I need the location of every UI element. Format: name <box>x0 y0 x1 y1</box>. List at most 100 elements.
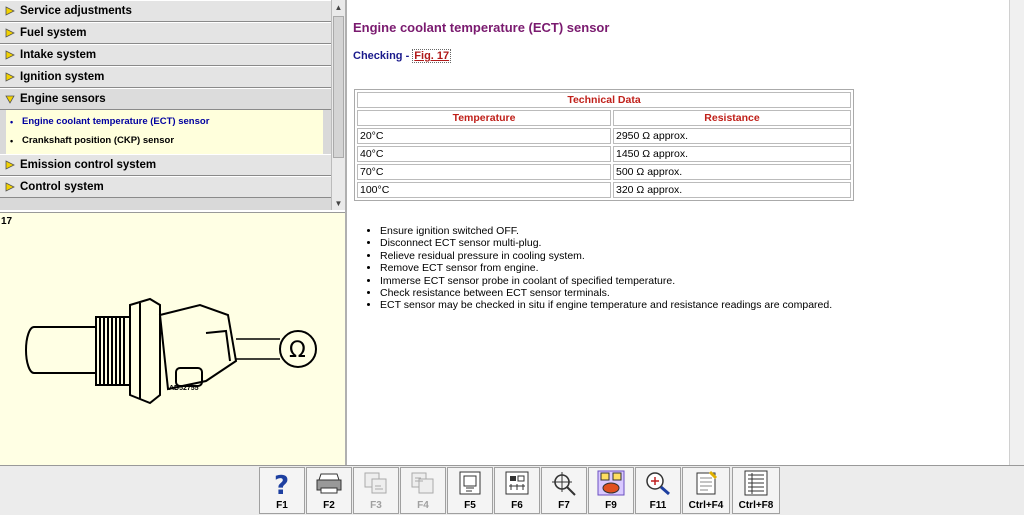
figure-code: AD52755 <box>169 385 199 392</box>
list-item: Immerse ECT sensor probe in coolant of s… <box>380 275 832 287</box>
key-label: Ctrl+F4 <box>688 500 724 511</box>
next-pages-button[interactable]: F4 <box>400 467 446 514</box>
list-item: Remove ECT sensor from engine. <box>380 262 832 274</box>
key-label: F2 <box>323 500 335 511</box>
table-cell: 100°C <box>357 182 611 198</box>
technical-data-table: Technical Data Temperature Resistance 20… <box>354 89 854 201</box>
search-text-button[interactable]: F11 <box>635 467 681 514</box>
content-scrollbar[interactable] <box>1009 0 1024 465</box>
list-item: Disconnect ECT sensor multi-plug. <box>380 237 832 249</box>
nav-item-label: Engine sensors <box>20 93 106 105</box>
nav-item-label: Service adjustments <box>20 5 132 17</box>
key-label: F11 <box>649 500 667 511</box>
sub-item-label: Engine coolant temperature (ECT) sensor <box>22 116 210 127</box>
table-caption: Technical Data <box>357 92 851 108</box>
checking-line: Checking - Fig. 17 <box>353 49 452 63</box>
list-item: Check resistance between ECT sensor term… <box>380 287 832 299</box>
nav-item-control-system[interactable]: Control system <box>0 176 331 198</box>
crosshair-icon <box>550 470 578 496</box>
table-cell: 20°C <box>357 128 611 144</box>
ect-sensor-drawing: Ω <box>25 297 317 405</box>
nav-scrollbar[interactable]: ▲ ▼ <box>331 0 345 210</box>
engine-sensors-sublist: • Engine coolant temperature (ECT) senso… <box>6 110 323 154</box>
nav-item-label: Fuel system <box>20 27 87 39</box>
list-item: Relieve residual pressure in cooling sys… <box>380 250 832 262</box>
svg-text:?: ? <box>274 471 289 498</box>
column-header-resistance: Resistance <box>613 110 851 126</box>
help-icon: ? <box>269 470 295 498</box>
table-cell: 70°C <box>357 164 611 180</box>
scroll-thumb[interactable] <box>333 16 344 158</box>
numbered-tiles-icon <box>597 470 625 496</box>
procedure-steps: Ensure ignition switched OFF. Disconnect… <box>367 225 832 312</box>
scroll-up-icon[interactable]: ▲ <box>332 0 345 14</box>
table-cell: 40°C <box>357 146 611 162</box>
help-button[interactable]: ? F1 <box>259 467 305 514</box>
nav-item-label: Emission control system <box>20 159 157 171</box>
bullet-icon: • <box>10 135 14 146</box>
content-pane: Engine coolant temperature (ECT) sensor … <box>347 0 1009 465</box>
scroll-down-icon[interactable]: ▼ <box>332 196 345 210</box>
nav-item-emission-control-system[interactable]: Emission control system <box>0 154 331 176</box>
nav-item-intake-system[interactable]: Intake system <box>0 44 331 66</box>
figure-number: 17 <box>1 216 13 227</box>
list-button[interactable]: Ctrl+F8 <box>732 467 780 514</box>
table-header-row: Temperature Resistance <box>357 110 851 126</box>
bullet-icon: • <box>10 116 14 127</box>
nav-item-label: Intake system <box>20 49 97 61</box>
arrow-right-icon <box>0 182 20 192</box>
page-title: Engine coolant temperature (ECT) sensor <box>353 20 610 35</box>
arrow-right-icon <box>0 28 20 38</box>
nav-item-label: Control system <box>20 181 104 193</box>
figure-pane: 17 Ω AD52755 <box>0 212 345 466</box>
notes-icon <box>692 470 720 496</box>
key-label: F6 <box>511 500 523 511</box>
wiring-button[interactable]: F6 <box>494 467 540 514</box>
checking-separator: - <box>402 50 413 62</box>
checking-label: Checking <box>353 50 403 62</box>
arrow-down-icon <box>0 94 20 104</box>
nav-item-service-adjustments[interactable]: Service adjustments <box>0 0 331 22</box>
search-text-icon <box>644 470 672 496</box>
svg-text:Ω: Ω <box>289 338 306 363</box>
arrow-right-icon <box>0 6 20 16</box>
locate-button[interactable]: F7 <box>541 467 587 514</box>
column-header-temperature: Temperature <box>357 110 611 126</box>
arrow-right-icon <box>0 72 20 82</box>
sub-item-label: Crankshaft position (CKP) sensor <box>22 135 175 146</box>
figure-link[interactable]: Fig. 17 <box>412 49 452 63</box>
table-row: 100°C 320 Ω approx. <box>357 182 851 198</box>
key-label: F1 <box>276 500 288 511</box>
back-pages-icon <box>362 470 390 496</box>
nav-item-fuel-system[interactable]: Fuel system <box>0 22 331 44</box>
component-button[interactable]: F5 <box>447 467 493 514</box>
key-label: F7 <box>558 500 570 511</box>
function-key-toolbar: ? F1 F2 F3 F4 F5 F6 F7 F9 F11 Ctrl+F4 Ct… <box>0 465 1024 515</box>
key-label: F9 <box>605 500 617 511</box>
numbered-tiles-button[interactable]: F9 <box>588 467 634 514</box>
forward-pages-icon <box>409 470 437 496</box>
key-label: F5 <box>464 500 476 511</box>
table-cell: 500 Ω approx. <box>613 164 851 180</box>
sub-item-ckp-sensor[interactable]: • Crankshaft position (CKP) sensor <box>6 131 323 150</box>
previous-pages-button[interactable]: F3 <box>353 467 399 514</box>
nav-item-label: Ignition system <box>20 71 105 83</box>
nav-item-ignition-system[interactable]: Ignition system <box>0 66 331 88</box>
key-label: F3 <box>370 500 382 511</box>
print-button[interactable]: F2 <box>306 467 352 514</box>
notes-button[interactable]: Ctrl+F4 <box>682 467 730 514</box>
arrow-right-icon <box>0 160 20 170</box>
printer-icon <box>315 470 343 496</box>
arrow-right-icon <box>0 50 20 60</box>
table-cell: 320 Ω approx. <box>613 182 851 198</box>
nav-item-engine-sensors[interactable]: Engine sensors <box>0 88 331 110</box>
table-row: 40°C 1450 Ω approx. <box>357 146 851 162</box>
table-cell: 1450 Ω approx. <box>613 146 851 162</box>
key-label: Ctrl+F8 <box>738 500 774 511</box>
table-row: 20°C 2950 Ω approx. <box>357 128 851 144</box>
list-item: Ensure ignition switched OFF. <box>380 225 832 237</box>
sub-item-ect-sensor[interactable]: • Engine coolant temperature (ECT) senso… <box>6 112 323 131</box>
topic-navigation: Service adjustments Fuel system Intake s… <box>0 0 331 210</box>
key-label: F4 <box>417 500 429 511</box>
list-item: ECT sensor may be checked in situ if eng… <box>380 299 832 311</box>
